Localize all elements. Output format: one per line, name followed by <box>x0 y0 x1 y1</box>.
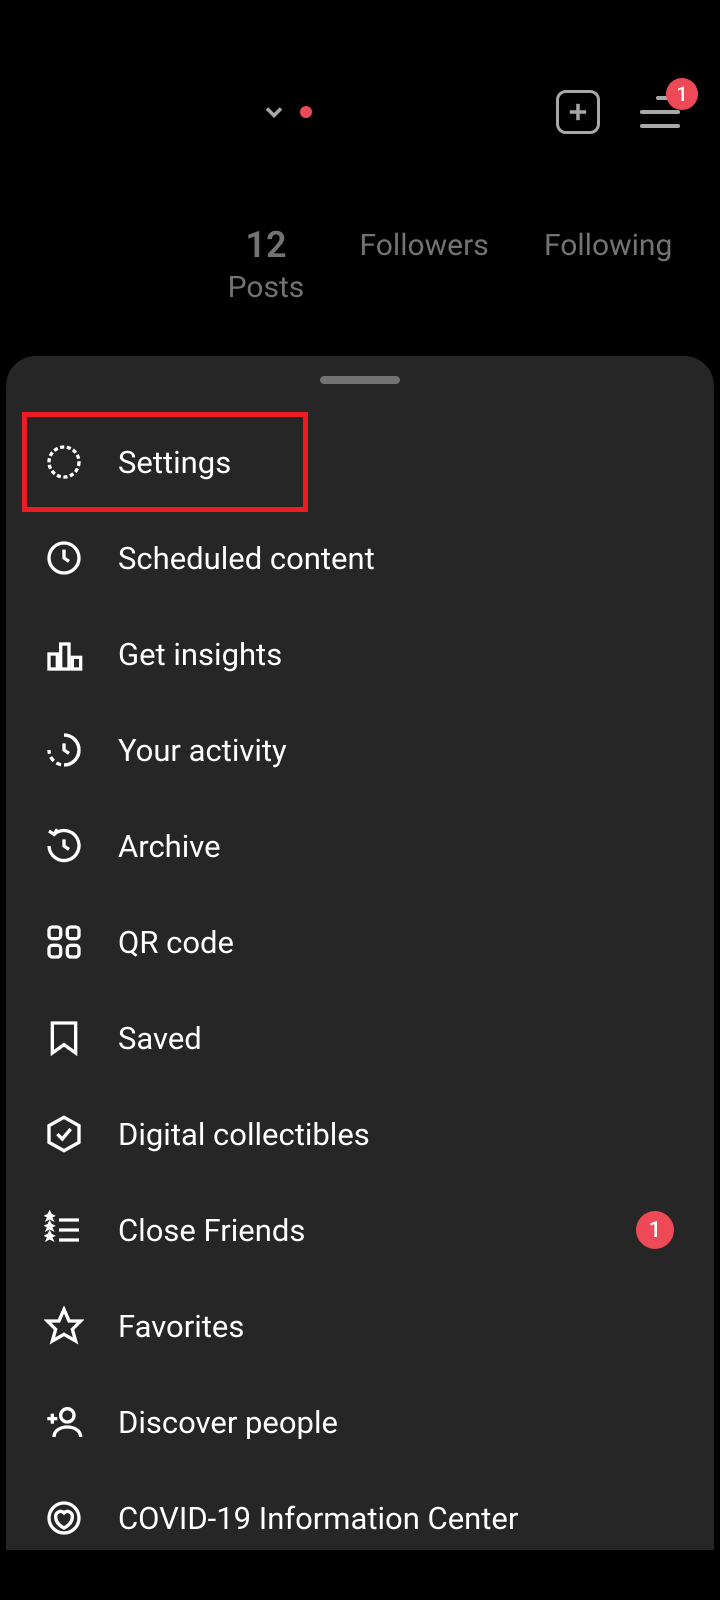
clock-icon <box>42 536 86 580</box>
menu-label: QR code <box>118 924 234 961</box>
menu-item-favorites[interactable]: Favorites <box>6 1278 714 1374</box>
star-icon <box>42 1304 86 1348</box>
menu-button[interactable]: 1 <box>640 96 680 128</box>
menu-label: Archive <box>118 828 221 865</box>
profile-header: 1 <box>0 0 720 164</box>
discover-people-icon <box>42 1400 86 1444</box>
menu-item-discover-people[interactable]: Discover people <box>6 1374 714 1470</box>
menu-label: Favorites <box>118 1308 244 1345</box>
menu-item-close-friends[interactable]: Close Friends 1 <box>6 1182 714 1278</box>
menu-label: Settings <box>118 444 231 481</box>
bottom-bar <box>0 1550 720 1600</box>
settings-icon <box>42 440 86 484</box>
close-friends-icon <box>42 1208 86 1252</box>
followers-stat[interactable]: Followers <box>360 224 489 305</box>
posts-label: Posts <box>228 270 305 305</box>
menu-label: Digital collectibles <box>118 1116 370 1153</box>
menu-item-your-activity[interactable]: Your activity <box>6 702 714 798</box>
create-post-button[interactable] <box>556 90 600 134</box>
saved-icon <box>42 1016 86 1060</box>
menu-item-saved[interactable]: Saved <box>6 990 714 1086</box>
menu-item-qr-code[interactable]: QR code <box>6 894 714 990</box>
following-label: Following <box>544 228 672 263</box>
menu-item-scheduled-content[interactable]: Scheduled content <box>6 510 714 606</box>
followers-label: Followers <box>360 228 489 263</box>
qr-code-icon <box>42 920 86 964</box>
posts-count: 12 <box>228 224 305 266</box>
drag-handle[interactable] <box>320 376 400 384</box>
profile-stats: 12 Posts Followers Following <box>0 164 720 345</box>
activity-icon <box>42 728 86 772</box>
menu-item-settings[interactable]: Settings <box>24 414 306 510</box>
posts-stat[interactable]: 12 Posts <box>228 224 305 305</box>
menu-label: Saved <box>118 1020 202 1057</box>
covid-icon <box>42 1496 86 1540</box>
chevron-down-icon <box>260 98 288 126</box>
options-bottom-sheet: Settings Scheduled content Get insights … <box>6 356 714 1600</box>
menu-item-digital-collectibles[interactable]: Digital collectibles <box>6 1086 714 1182</box>
username-dropdown[interactable] <box>260 98 312 126</box>
menu-label: Discover people <box>118 1404 338 1441</box>
menu-label: Your activity <box>118 732 287 769</box>
menu-label: Get insights <box>118 636 282 673</box>
menu-label: Close Friends <box>118 1212 305 1249</box>
menu-item-get-insights[interactable]: Get insights <box>6 606 714 702</box>
menu-badge: 1 <box>666 78 698 110</box>
collectibles-icon <box>42 1112 86 1156</box>
following-stat[interactable]: Following <box>544 224 672 305</box>
menu-label: Scheduled content <box>118 540 375 577</box>
menu-label: COVID-19 Information Center <box>118 1500 518 1537</box>
menu-item-archive[interactable]: Archive <box>6 798 714 894</box>
close-friends-badge: 1 <box>636 1211 674 1249</box>
archive-icon <box>42 824 86 868</box>
header-actions: 1 <box>556 90 680 134</box>
notification-dot <box>300 106 312 118</box>
insights-icon <box>42 632 86 676</box>
